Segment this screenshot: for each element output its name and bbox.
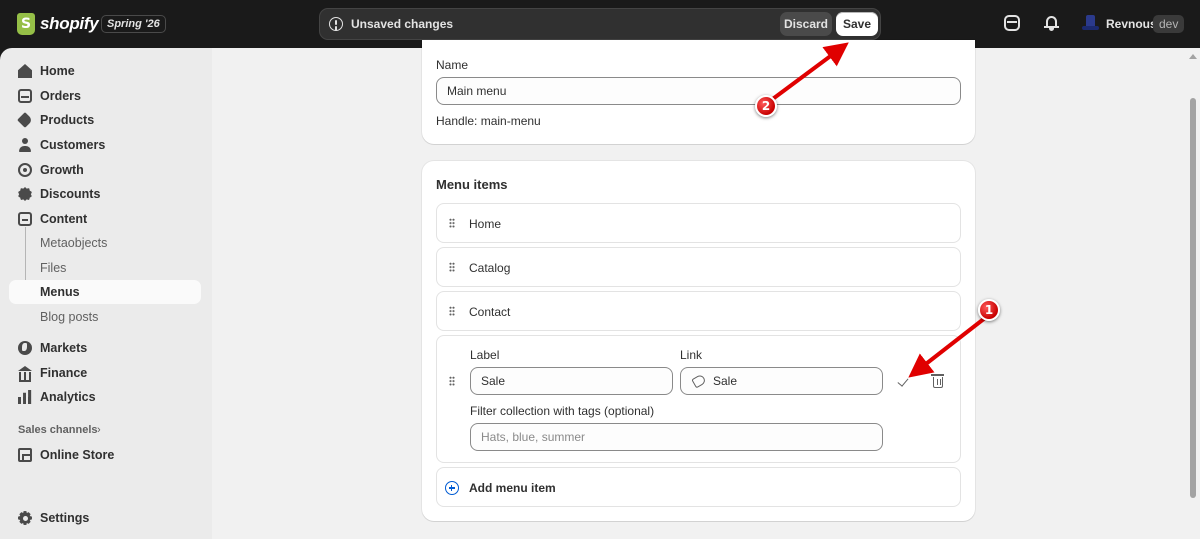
trash-icon[interactable] bbox=[931, 374, 944, 388]
name-label: Name bbox=[436, 58, 469, 72]
unsaved-changes-bar: Unsaved changes Discard Save bbox=[319, 8, 881, 40]
drag-handle-icon[interactable] bbox=[449, 218, 455, 228]
checkmark-icon[interactable] bbox=[898, 376, 910, 386]
add-menu-item-label: Add menu item bbox=[469, 481, 556, 495]
annotation-badge-2: 2 bbox=[755, 95, 777, 117]
link-tag-icon bbox=[691, 373, 707, 389]
sidebar-item-blog-posts[interactable]: Blog posts bbox=[9, 305, 201, 329]
shopify-logo[interactable]: shopify bbox=[17, 12, 99, 36]
unsaved-message: Unsaved changes bbox=[351, 17, 454, 31]
plus-circle-icon bbox=[445, 481, 459, 495]
filter-caption: Filter collection with tags (optional) bbox=[470, 404, 655, 418]
filter-tags-input[interactable]: Hats, blue, summer bbox=[470, 423, 883, 451]
menu-item-row[interactable]: Contact bbox=[436, 291, 961, 331]
globe-icon bbox=[18, 341, 32, 355]
scrollbar-thumb[interactable] bbox=[1190, 98, 1196, 498]
sidebar-item-metaobjects[interactable]: Metaobjects bbox=[9, 231, 201, 255]
sidebar-item-label: Customers bbox=[40, 138, 106, 152]
sales-channels-heading[interactable]: Sales channels bbox=[18, 424, 98, 436]
chevron-right-icon[interactable]: › bbox=[97, 424, 101, 436]
sidebar-subitem-label: Metaobjects bbox=[40, 236, 108, 250]
sidebar-item-discounts[interactable]: Discounts bbox=[9, 182, 201, 206]
sidebar-item-label: Orders bbox=[40, 89, 81, 103]
label-input[interactable]: Sale bbox=[470, 367, 673, 395]
online-store-icon bbox=[18, 448, 32, 462]
sidebar-item-label: Finance bbox=[40, 366, 88, 380]
discount-icon bbox=[18, 187, 32, 201]
annotation-badge-1: 1 bbox=[978, 299, 1000, 321]
add-menu-item-button[interactable]: Add menu item bbox=[436, 467, 961, 507]
person-icon bbox=[18, 138, 32, 152]
sidebar: Home Orders Products Customers Growth Di… bbox=[0, 48, 212, 539]
label-caption: Label bbox=[470, 348, 500, 362]
name-input[interactable]: Main menu bbox=[436, 77, 961, 105]
edition-badge: Spring '26 bbox=[101, 15, 166, 33]
info-icon bbox=[329, 17, 343, 31]
sidebar-item-home[interactable]: Home bbox=[9, 59, 201, 83]
sidebar-item-label: Growth bbox=[40, 163, 84, 177]
sidebar-item-label: Products bbox=[40, 113, 95, 127]
sidebar-item-customers[interactable]: Customers bbox=[9, 133, 201, 157]
menu-item-label: Home bbox=[469, 217, 502, 231]
discard-button[interactable]: Discard bbox=[780, 12, 832, 36]
save-button[interactable]: Save bbox=[836, 12, 878, 36]
sidebar-subitem-label: Menus bbox=[40, 285, 80, 299]
menu-items-card: Menu items Home Catalog Contact Label Sa… bbox=[422, 161, 975, 521]
sidebar-item-label: Analytics bbox=[40, 390, 96, 404]
sidebar-subitem-label: Blog posts bbox=[40, 310, 99, 324]
menu-item-edit-row: Label Sale Link Sale Filter collection w… bbox=[436, 335, 961, 463]
sidebar-item-label: Home bbox=[40, 64, 75, 78]
user-name[interactable]: Revnous bbox=[1106, 17, 1157, 31]
sidebar-item-content[interactable]: Content bbox=[9, 207, 201, 231]
menu-item-row[interactable]: Catalog bbox=[436, 247, 961, 287]
bank-icon bbox=[18, 366, 32, 382]
sidebar-item-files[interactable]: Files bbox=[9, 256, 201, 280]
drag-handle-icon[interactable] bbox=[449, 376, 455, 386]
gear-icon bbox=[18, 511, 32, 525]
shopify-bag-icon bbox=[17, 13, 35, 35]
menu-item-label: Contact bbox=[469, 305, 511, 319]
content-icon bbox=[18, 212, 32, 226]
env-badge: dev bbox=[1153, 15, 1185, 33]
sidebar-item-orders[interactable]: Orders bbox=[9, 84, 201, 108]
home-icon bbox=[18, 64, 32, 78]
name-card: Name Main menu Handle: main-menu bbox=[422, 40, 975, 144]
drag-handle-icon[interactable] bbox=[449, 262, 455, 272]
scroll-up-arrow-icon[interactable] bbox=[1189, 54, 1197, 59]
handle-text: Handle: main-menu bbox=[436, 114, 541, 128]
sidebar-item-label: Discounts bbox=[40, 187, 101, 201]
sidebar-subitem-label: Files bbox=[40, 261, 67, 275]
sidebar-item-finance[interactable]: Finance bbox=[9, 361, 201, 385]
bar-chart-icon bbox=[18, 390, 32, 404]
menu-item-row[interactable]: Home bbox=[436, 203, 961, 243]
sidebar-item-label: Settings bbox=[40, 511, 90, 525]
drag-handle-icon[interactable] bbox=[449, 306, 455, 316]
link-caption: Link bbox=[680, 348, 703, 362]
link-value: Sale bbox=[713, 374, 738, 388]
menu-items-title: Menu items bbox=[436, 177, 508, 192]
growth-icon bbox=[18, 163, 32, 177]
store-icon[interactable] bbox=[1004, 15, 1020, 31]
sidebar-item-online-store[interactable]: Online Store bbox=[9, 443, 201, 467]
sidebar-item-menus[interactable]: Menus bbox=[9, 280, 201, 304]
sidebar-item-growth[interactable]: Growth bbox=[9, 158, 201, 182]
tag-icon bbox=[17, 112, 33, 128]
sidebar-item-settings[interactable]: Settings bbox=[9, 506, 201, 530]
sidebar-item-label: Online Store bbox=[40, 448, 115, 462]
notifications-bell-icon[interactable] bbox=[1044, 15, 1060, 31]
logo-text: shopify bbox=[40, 14, 99, 33]
sidebar-item-products[interactable]: Products bbox=[9, 108, 201, 132]
sidebar-item-markets[interactable]: Markets bbox=[9, 336, 201, 360]
orders-icon bbox=[18, 89, 32, 103]
link-input[interactable]: Sale bbox=[680, 367, 883, 395]
avatar[interactable] bbox=[1080, 14, 1100, 34]
menu-item-label: Catalog bbox=[469, 261, 511, 275]
sidebar-item-analytics[interactable]: Analytics bbox=[9, 385, 201, 409]
sidebar-item-label: Content bbox=[40, 212, 88, 226]
sidebar-item-label: Markets bbox=[40, 341, 88, 355]
